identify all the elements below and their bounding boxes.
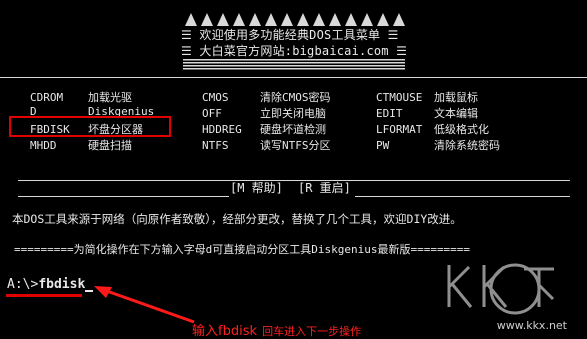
watermark-url: www.kkx.net xyxy=(496,319,567,332)
menu-desc: 加载鼠标 xyxy=(434,91,478,104)
prompt-path: A:\> xyxy=(7,277,39,292)
menu-cmd: MHDD xyxy=(30,139,57,152)
menu-item-hddreg[interactable]: HDDREG 硬盘坏道检测 xyxy=(202,121,326,137)
header-line-1: ☰ 欢迎使用多功能经典DOS工具菜单 ☰ xyxy=(181,28,399,42)
header-stripes xyxy=(183,59,405,70)
menu-item-ctmouse[interactable]: CTMOUSE 加载鼠标 xyxy=(376,89,478,105)
restart-key[interactable]: [R 重启] xyxy=(298,179,351,196)
menu-cmd: NTFS xyxy=(202,139,229,152)
menu-desc: 低级格式化 xyxy=(434,123,489,136)
annotation-sub: 回车进入下一步操作 xyxy=(262,325,362,338)
input-red-underline xyxy=(6,294,82,297)
info-line: 本DOS工具来源于网络（向原作者致敬），经部分更改，替换了几个工具，欢迎DIY改… xyxy=(12,212,462,226)
menu-cmd: CDROM xyxy=(30,91,64,104)
menu-cmd: EDIT xyxy=(376,107,403,120)
annotation-arrow-icon xyxy=(94,286,195,324)
menu-desc: 硬盘扫描 xyxy=(88,139,132,152)
menu-item-pw[interactable]: PW 清除系统密码 xyxy=(376,137,500,153)
divider-top xyxy=(0,77,587,78)
annotation-main: 输入fbdisk xyxy=(192,324,257,339)
menu-item-cmos[interactable]: CMOS 清除CMOS密码 xyxy=(202,89,331,105)
menu-cmd: CTMOUSE xyxy=(376,91,423,104)
menu-desc: 清除系统密码 xyxy=(434,139,500,152)
menu-cmd: OFF xyxy=(202,107,222,120)
menu-item-ntfs[interactable]: NTFS 读写NTFS分区 xyxy=(202,137,331,153)
menu-item-mhdd[interactable]: MHDD 硬盘扫描 xyxy=(30,137,132,153)
menu-item-edit[interactable]: EDIT 文本编辑 xyxy=(376,105,478,121)
tip-line: =========为简化操作在下方输入字母d可直接启动分区工具Diskgeniu… xyxy=(14,243,471,256)
menu-item-off[interactable]: OFF 立即关闭电脑 xyxy=(202,105,326,121)
fbdisk-highlight-box xyxy=(9,116,171,137)
menu-desc: 立即关闭电脑 xyxy=(260,107,326,120)
menu-item-cdrom[interactable]: CDROM 加载光驱 xyxy=(30,89,132,105)
menu-cmd: CMOS xyxy=(202,91,229,104)
menu-cmd: LFORMAT xyxy=(376,123,423,136)
header-triangles xyxy=(183,12,405,26)
help-key[interactable]: [M 帮助] xyxy=(230,179,283,196)
menu-desc: 清除CMOS密码 xyxy=(260,91,331,104)
menu-desc: 读写NTFS分区 xyxy=(260,139,331,152)
help-bar-top-line xyxy=(18,180,570,181)
menu-cmd: HDDREG xyxy=(202,123,242,136)
menu-item-lformat[interactable]: LFORMAT 低级格式化 xyxy=(376,121,489,137)
menu-desc: 文本编辑 xyxy=(434,107,478,120)
help-bar-left-line xyxy=(18,196,229,197)
command-prompt[interactable]: A:\>fbdisk xyxy=(7,277,94,292)
prompt-input[interactable]: fbdisk xyxy=(38,277,85,292)
menu-desc: 加载光驱 xyxy=(88,91,132,104)
kkx-logo-icon xyxy=(447,263,555,315)
header-line-2: ☰ 大白菜官方网站:bigbaicai.com ☰ xyxy=(181,44,408,58)
menu-desc: 硬盘坏道检测 xyxy=(260,123,326,136)
help-bar-right-line xyxy=(355,196,570,197)
annotation-text: 输入fbdisk 回车进入下一步操作 xyxy=(192,320,361,339)
watermark-logo: www.kkx.net xyxy=(429,255,579,335)
menu-cmd: PW xyxy=(376,139,390,152)
